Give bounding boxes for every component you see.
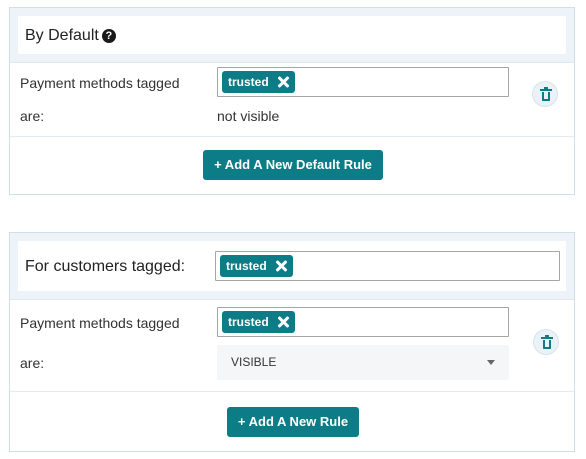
chevron-down-icon	[487, 360, 495, 365]
default-panel-title: By Default?	[25, 27, 116, 45]
visibility-select-value: VISIBLE	[231, 355, 277, 369]
customer-tag-input[interactable]: trusted	[215, 251, 560, 281]
payment-methods-label: Payment methods tagged	[20, 75, 180, 91]
customer-panel-title: For customers tagged:	[25, 258, 186, 275]
tag-chip: trusted	[222, 311, 295, 333]
payment-method-tag-input[interactable]: trusted	[217, 307, 509, 337]
remove-tag-icon[interactable]	[273, 258, 289, 274]
trash-icon	[540, 87, 552, 101]
add-default-rule-button[interactable]: + Add A New Default Rule	[203, 150, 383, 180]
are-label: are:	[20, 108, 45, 124]
tag-chip: trusted	[220, 255, 293, 277]
remove-tag-icon[interactable]	[275, 74, 291, 90]
visibility-value: not visible	[217, 108, 280, 124]
tag-chip: trusted	[222, 71, 295, 93]
default-rules-panel: By Default? Payment methods tagged are: …	[9, 7, 575, 195]
are-label: are:	[20, 355, 45, 371]
divider	[10, 391, 574, 392]
question-circle-icon[interactable]: ?	[101, 29, 116, 43]
payment-methods-label: Payment methods tagged	[20, 315, 180, 331]
delete-rule-button[interactable]	[532, 81, 558, 107]
divider	[10, 136, 574, 137]
visibility-select[interactable]: VISIBLE	[217, 345, 509, 380]
trash-icon	[541, 335, 553, 349]
default-panel-header: By Default?	[10, 8, 574, 63]
remove-tag-icon[interactable]	[275, 314, 291, 330]
customer-rules-panel: For customers tagged: trusted Payment me…	[9, 232, 575, 452]
delete-rule-button[interactable]	[533, 329, 559, 355]
payment-method-tag-input[interactable]: trusted	[217, 67, 509, 97]
add-rule-button[interactable]: + Add A New Rule	[227, 407, 359, 437]
customer-panel-header: For customers tagged: trusted	[10, 233, 574, 300]
